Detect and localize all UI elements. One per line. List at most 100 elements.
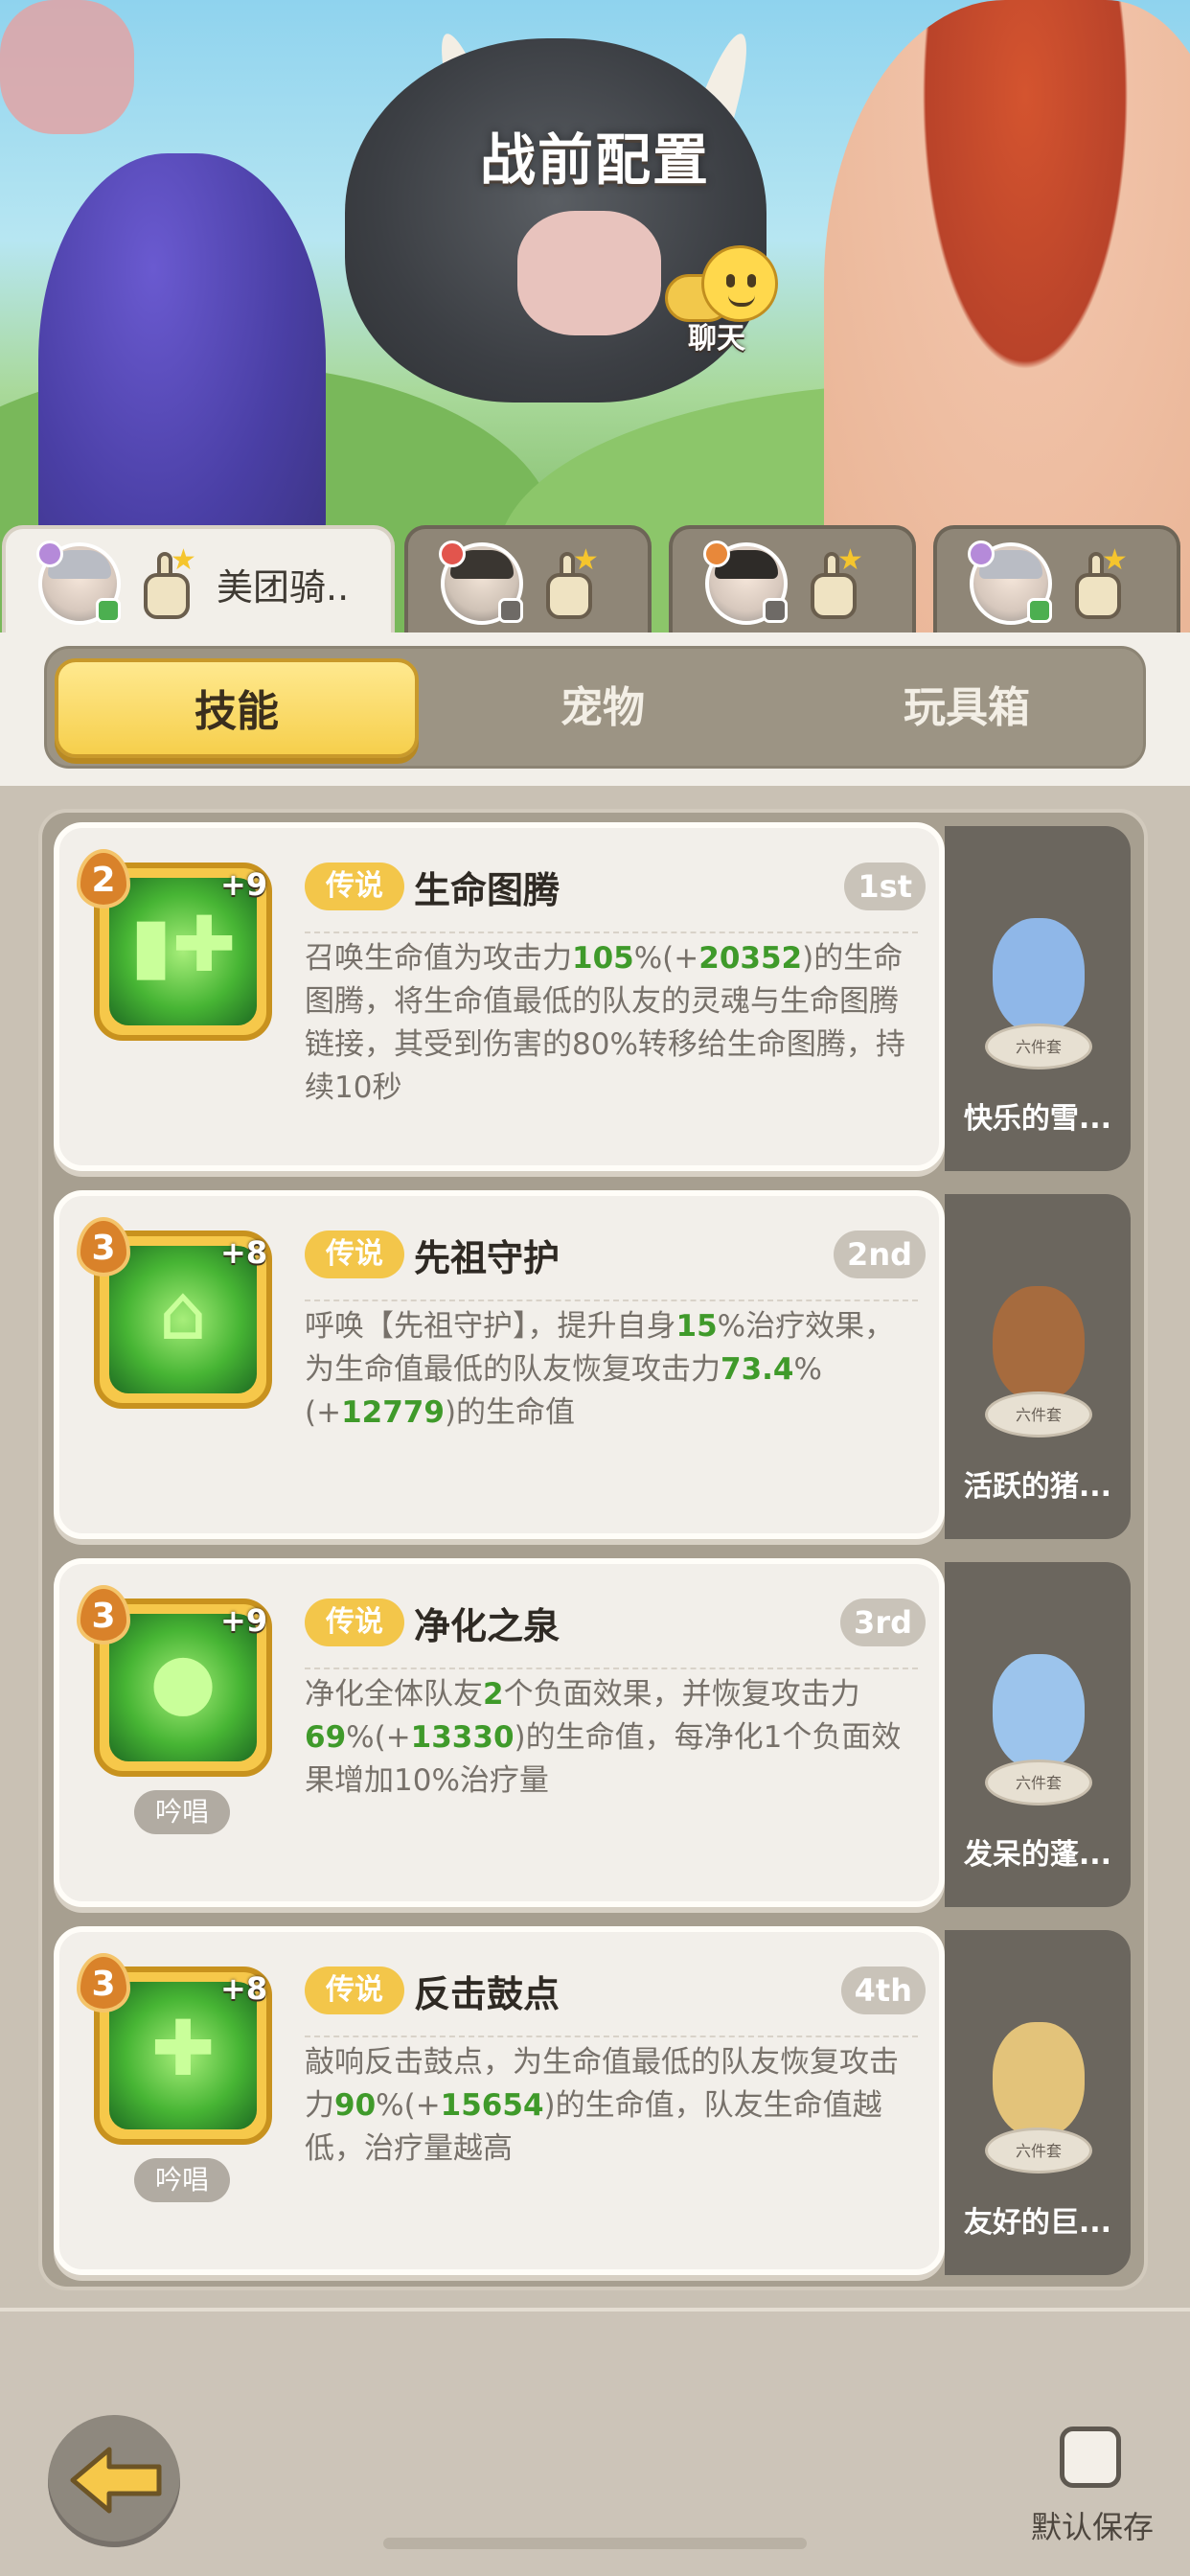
- toy-set-slot[interactable]: 六件套 友好的巨...: [945, 1930, 1131, 2275]
- skill-level-badge: 3: [77, 1953, 130, 2012]
- skill-slot-rank: 1st: [844, 862, 926, 910]
- set-tag: 六件套: [1015, 1774, 1062, 1792]
- set-base: 六件套: [985, 1760, 1092, 1806]
- player-tab-3[interactable]: ★: [669, 525, 916, 632]
- like-hand-icon[interactable]: ★: [803, 546, 864, 623]
- player-tab-2[interactable]: ★: [404, 525, 652, 632]
- bottom-bar: 默认保存: [0, 2308, 1190, 2576]
- skill-upgrade-count: +8: [220, 1970, 268, 2007]
- desc-text: 个负面效果，并恢复攻击力: [503, 1677, 860, 1712]
- skill-slot-rank: 4th: [840, 1966, 926, 2014]
- class-badge-icon: [36, 540, 63, 567]
- desc-text: %(+: [633, 941, 699, 976]
- status-icon: [498, 598, 523, 623]
- toy-set-name: 快乐的雪...: [963, 1102, 1112, 1136]
- chant-tag: 吟唱: [134, 2158, 230, 2202]
- skill-description: 净化全体队友2个负面效果，并恢复攻击力69%(+13330)的生命值，每净化1个…: [305, 1668, 918, 1803]
- desc-value: 15: [675, 1309, 718, 1344]
- desc-value: 15654: [440, 2088, 544, 2123]
- class-badge-icon: [968, 540, 995, 567]
- toy-set-slot[interactable]: 六件套 快乐的雪...: [945, 826, 1131, 1171]
- like-hand-icon[interactable]: ★: [136, 546, 197, 623]
- skill-slot-rank: 3rd: [840, 1598, 926, 1646]
- skill-description: 敲响反击鼓点，为生命值最低的队友恢复攻击力90%(+15654)的生命值，队友生…: [305, 2036, 918, 2171]
- chat-button[interactable]: 聊天: [659, 240, 793, 356]
- desc-text: 召唤生命值为攻击力: [305, 941, 572, 976]
- boar-snout: [517, 211, 661, 335]
- avatar: [703, 540, 788, 625]
- toy-set-name: 活跃的猪...: [963, 1470, 1112, 1504]
- player-tabs: ★ 美团骑.. ★ ★ ★: [0, 525, 1190, 632]
- skill-level-badge: 3: [77, 1217, 130, 1276]
- skill-card[interactable]: ● 3 +9 吟唱 传说 净化之泉 3rd 净化全体队友2个负面效果，并恢复攻击…: [54, 1558, 945, 1907]
- rarity-badge: 传说: [305, 1966, 404, 2014]
- set-tag: 六件套: [1015, 1406, 1062, 1424]
- toy-figure-icon: 六件套: [975, 1276, 1100, 1439]
- like-hand-icon[interactable]: ★: [538, 546, 600, 623]
- skill-level-badge: 3: [77, 1585, 130, 1644]
- player-tab-1[interactable]: ★ 美团骑..: [2, 525, 395, 632]
- skill-name: 先祖守护: [414, 1237, 561, 1279]
- home-indicator[interactable]: [383, 2538, 807, 2549]
- smiley-bubble-icon: [701, 245, 778, 322]
- online-status-icon: [1027, 598, 1052, 623]
- desc-text: )的生命值: [444, 1395, 576, 1430]
- desc-text: 净化全体队友: [305, 1677, 483, 1712]
- status-icon: [763, 598, 788, 623]
- segmented-control: 技能 宠物 玩具箱: [44, 646, 1146, 769]
- back-button[interactable]: [48, 2415, 180, 2547]
- scene-flying-creature: [0, 0, 134, 134]
- skill-upgrade-count: +9: [220, 866, 268, 903]
- tab-pets[interactable]: 宠物: [421, 658, 785, 758]
- toy-set-slot[interactable]: 六件套 发呆的蓬...: [945, 1562, 1131, 1907]
- skill-name: 反击鼓点: [414, 1973, 561, 2015]
- desc-text: %(+: [346, 1720, 411, 1755]
- player-tab-4[interactable]: ★: [933, 525, 1180, 632]
- class-badge-icon: [439, 540, 466, 567]
- category-tab-bar: 技能 宠物 玩具箱: [0, 632, 1190, 786]
- player-name: 美团骑..: [217, 566, 350, 609]
- toy-set-name: 友好的巨...: [963, 2206, 1112, 2240]
- class-badge-icon: [703, 540, 730, 567]
- toy-figure-icon: 六件套: [975, 2012, 1100, 2175]
- online-status-icon: [96, 598, 121, 623]
- rarity-badge: 传说: [305, 1598, 404, 1646]
- desc-value: 13330: [410, 1720, 515, 1755]
- toy-set-name: 发呆的蓬...: [963, 1838, 1112, 1872]
- chant-tag: 吟唱: [134, 1790, 230, 1834]
- set-base: 六件套: [985, 1392, 1092, 1438]
- desc-value: 90: [334, 2088, 377, 2123]
- skill-description: 呼唤【先祖守护】，提升自身15%治疗效果，为生命值最低的队友恢复攻击力73.4%…: [305, 1300, 918, 1435]
- rarity-badge: 传说: [305, 862, 404, 910]
- set-base: 六件套: [985, 1024, 1092, 1070]
- default-save-label: 默认保存: [1030, 2509, 1154, 2545]
- skill-card[interactable]: ✚ 3 +8 吟唱 传说 反击鼓点 4th 敲响反击鼓点，为生命值最低的队友恢复…: [54, 1926, 945, 2275]
- default-save-checkbox[interactable]: [1060, 2426, 1121, 2488]
- desc-value: 12779: [341, 1395, 445, 1430]
- skill-card[interactable]: ▮✚ 2 +9 传说 生命图腾 1st 召唤生命值为攻击力105%(+20352…: [54, 822, 945, 1171]
- toy-figure-icon: 六件套: [975, 908, 1100, 1071]
- set-tag: 六件套: [1015, 2142, 1062, 2160]
- skill-level-badge: 2: [77, 849, 130, 908]
- desc-value: 105: [572, 941, 634, 976]
- avatar: [439, 540, 523, 625]
- skill-name: 生命图腾: [414, 869, 561, 911]
- desc-text: 呼唤【先祖守护】，提升自身: [305, 1309, 676, 1344]
- back-arrow-icon: [70, 2447, 162, 2514]
- avatar: [968, 540, 1052, 625]
- tab-toy-box[interactable]: 玩具箱: [785, 658, 1149, 758]
- skill-upgrade-count: +8: [220, 1234, 268, 1271]
- page-title: 战前配置: [479, 127, 710, 193]
- skill-slot-rank: 2nd: [834, 1230, 926, 1278]
- desc-value: 20352: [698, 941, 803, 976]
- tab-skills[interactable]: 技能: [55, 658, 419, 758]
- desc-text: %(+: [376, 2088, 441, 2123]
- toy-set-slot[interactable]: 六件套 活跃的猪...: [945, 1194, 1131, 1539]
- avatar: [36, 540, 121, 625]
- desc-value: 2: [483, 1677, 504, 1712]
- like-hand-icon[interactable]: ★: [1067, 546, 1129, 623]
- skill-description: 召唤生命值为攻击力105%(+20352)的生命图腾，将生命值最低的队友的灵魂与…: [305, 932, 918, 1110]
- set-base: 六件套: [985, 2128, 1092, 2174]
- skill-card[interactable]: ⌂ 3 +8 传说 先祖守护 2nd 呼唤【先祖守护】，提升自身15%治疗效果，…: [54, 1190, 945, 1539]
- desc-value: 73.4: [721, 1352, 794, 1387]
